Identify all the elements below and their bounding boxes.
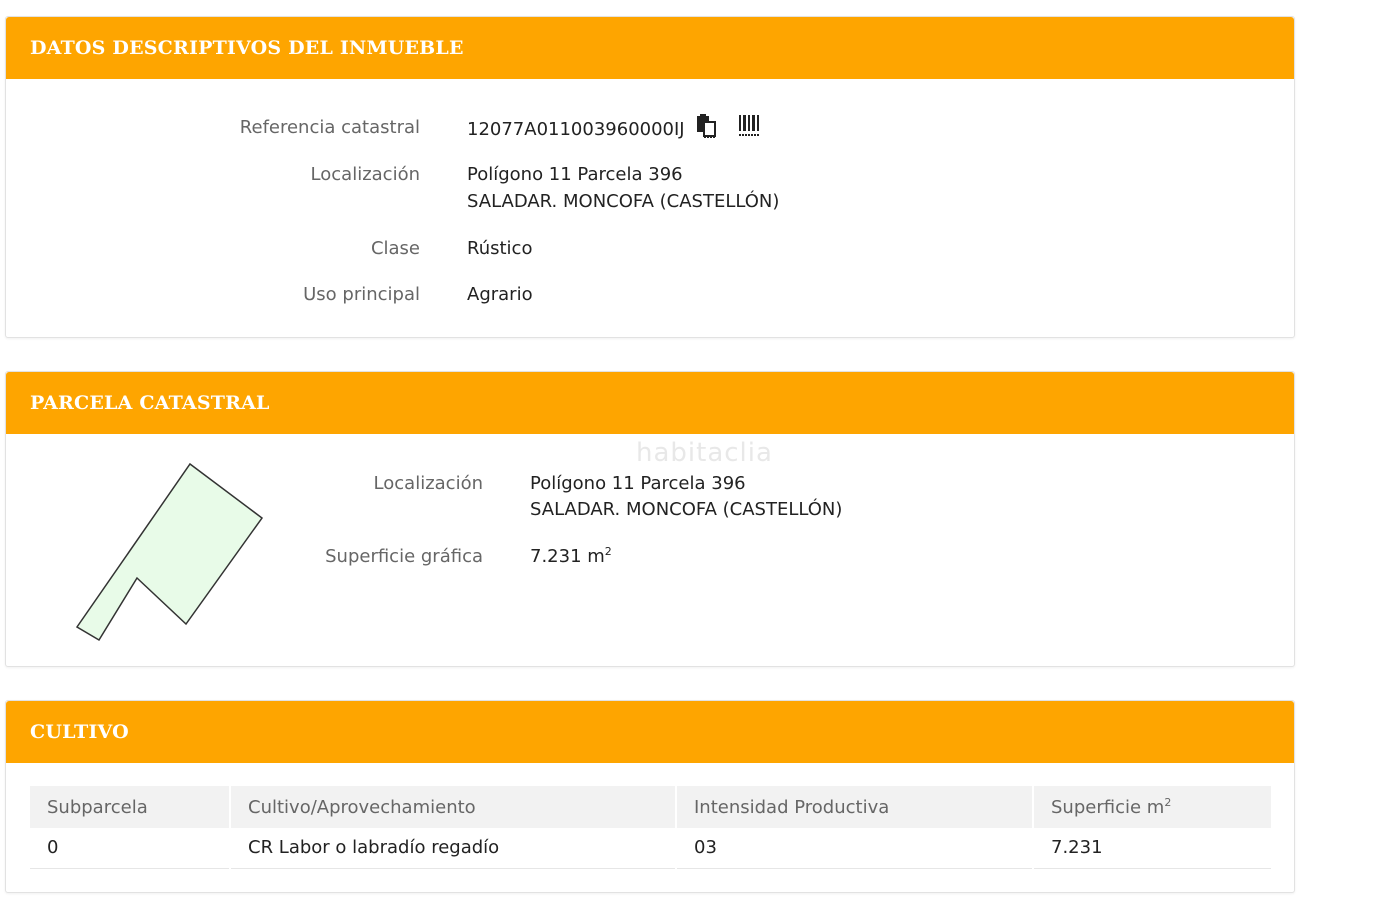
uso-value: Agrario <box>467 284 533 305</box>
panel-title: CULTIVO <box>30 721 129 743</box>
panel-header: CULTIVO <box>6 701 1294 763</box>
cell-superficie: 7.231 <box>1033 828 1271 869</box>
panel-parcela-catastral: PARCELA CATASTRAL habitaclia Localizació… <box>5 371 1295 667</box>
header-subparcela: Subparcela <box>30 786 231 828</box>
header-cultivo: Cultivo/Aprovechamiento <box>230 786 677 828</box>
cell-cultivo: CR Labor o labradío regadío <box>230 828 677 869</box>
panel-title: DATOS DESCRIPTIVOS DEL INMUEBLE <box>30 37 464 59</box>
watermark: habitaclia <box>636 438 773 468</box>
parcela-localizacion-line2: SALADAR. MONCOFA (CASTELLÓN) <box>530 499 843 520</box>
panel-header: DATOS DESCRIPTIVOS DEL INMUEBLE <box>6 17 1294 79</box>
barcode-icon[interactable] <box>738 114 760 146</box>
parcela-localizacion-line1: Polígono 11 Parcela 396 <box>530 473 746 494</box>
referencia-row: 12077A011003960000IJ <box>467 114 760 146</box>
table-row: 0 CR Labor o labradío regadío 03 7.231 <box>30 828 1271 869</box>
superficie-value-row: 7.231 m2 <box>530 543 612 570</box>
referencia-value: 12077A011003960000IJ <box>467 119 685 140</box>
clase-label: Clase <box>370 238 420 259</box>
localizacion-line1: Polígono 11 Parcela 396 <box>467 164 683 185</box>
referencia-label: Referencia catastral <box>239 117 420 138</box>
superficie-unit-sup: 2 <box>604 545 612 558</box>
superficie-value: 7.231 m <box>530 546 605 567</box>
header-superficie: Superficie m2 <box>1033 786 1271 828</box>
cell-intensidad: 03 <box>676 828 1034 869</box>
parcel-shape <box>75 462 264 642</box>
uso-label: Uso principal <box>303 284 420 305</box>
superficie-label: Superficie gráfica <box>325 546 483 567</box>
localizacion-label: Localización <box>310 164 420 185</box>
clase-value: Rústico <box>467 238 533 259</box>
panel-datos-descriptivos: DATOS DESCRIPTIVOS DEL INMUEBLE Referenc… <box>5 16 1295 338</box>
cultivo-table: Subparcela Cultivo/Aprovechamiento Inten… <box>30 786 1271 869</box>
header-intensidad: Intensidad Productiva <box>676 786 1034 828</box>
referencia-icons <box>696 114 760 146</box>
header-superficie-sup: 2 <box>1164 795 1172 809</box>
localizacion-line2: SALADAR. MONCOFA (CASTELLÓN) <box>467 191 780 212</box>
panel-cultivo: CULTIVO Subparcela Cultivo/Aprovechamien… <box>5 700 1295 893</box>
cell-subparcela: 0 <box>30 828 231 869</box>
header-superficie-label: Superficie m <box>1051 796 1165 818</box>
copy-icon[interactable] <box>696 114 718 146</box>
parcela-localizacion-label: Localización <box>373 473 483 494</box>
table-header-row: Subparcela Cultivo/Aprovechamiento Inten… <box>30 786 1271 828</box>
